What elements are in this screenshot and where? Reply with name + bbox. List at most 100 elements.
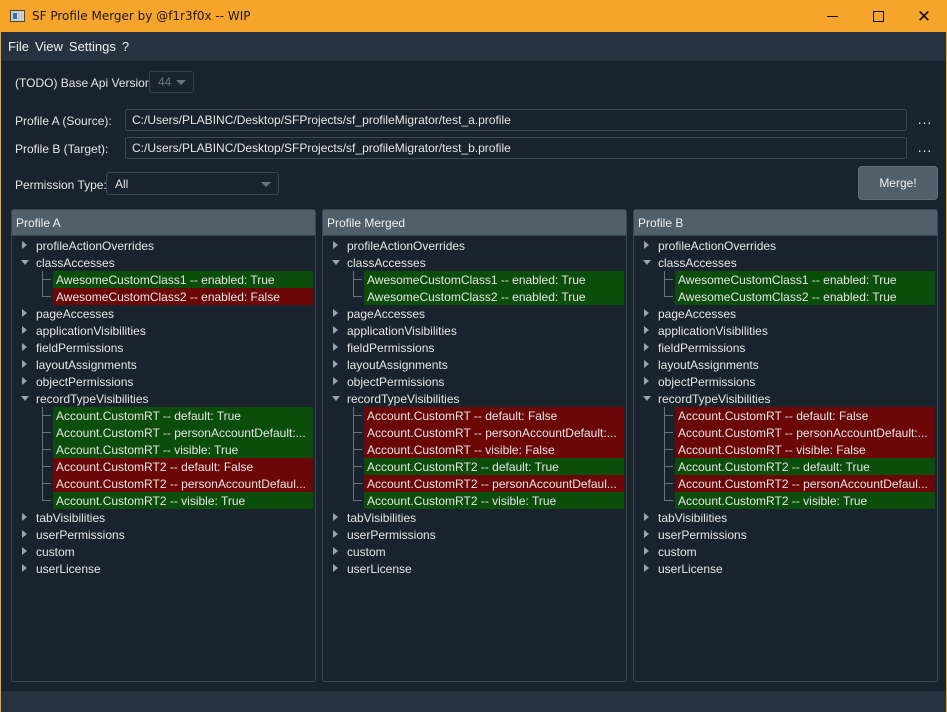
tree-item[interactable]: profileActionOverrides xyxy=(323,237,626,254)
tree-child-item[interactable]: Account.CustomRT -- visible: False xyxy=(323,441,626,458)
collapse-arrow-icon[interactable] xyxy=(644,564,649,572)
tree-child-item[interactable]: Account.CustomRT2 -- visible: True xyxy=(323,492,626,509)
tree-child-item[interactable]: AwesomeCustomClass2 -- enabled: True xyxy=(634,288,937,305)
tree-child-item[interactable]: AwesomeCustomClass2 -- enabled: True xyxy=(323,288,626,305)
collapse-arrow-icon[interactable] xyxy=(22,241,27,249)
tree-item[interactable]: pageAccesses xyxy=(634,305,937,322)
collapse-arrow-icon[interactable] xyxy=(22,343,27,351)
tree-item[interactable]: userLicense xyxy=(323,560,626,577)
tree-item[interactable]: custom xyxy=(12,543,315,560)
collapse-arrow-icon[interactable] xyxy=(644,360,649,368)
tree-child-item[interactable]: AwesomeCustomClass1 -- enabled: True xyxy=(634,271,937,288)
collapse-arrow-icon[interactable] xyxy=(22,513,27,521)
expand-arrow-icon[interactable] xyxy=(643,396,651,401)
close-button[interactable]: ✕ xyxy=(901,1,947,32)
collapse-arrow-icon[interactable] xyxy=(22,360,27,368)
collapse-arrow-icon[interactable] xyxy=(22,309,27,317)
tree-child-item[interactable]: Account.CustomRT2 -- personAccountDefaul… xyxy=(323,475,626,492)
collapse-arrow-icon[interactable] xyxy=(644,547,649,555)
tree-item[interactable]: fieldPermissions xyxy=(12,339,315,356)
tree-child-item[interactable]: Account.CustomRT -- default: False xyxy=(323,407,626,424)
expand-arrow-icon[interactable] xyxy=(332,396,340,401)
menu-view[interactable]: View xyxy=(35,39,63,54)
expand-arrow-icon[interactable] xyxy=(332,260,340,265)
tree-item[interactable]: userPermissions xyxy=(12,526,315,543)
profile-b-browse-button[interactable]: ... xyxy=(916,141,934,159)
expand-arrow-icon[interactable] xyxy=(21,260,29,265)
tree-item[interactable]: layoutAssignments xyxy=(12,356,315,373)
tree-child-item[interactable]: Account.CustomRT2 -- visible: True xyxy=(634,492,937,509)
profile-b-header[interactable]: Profile B xyxy=(634,210,937,236)
tree-item[interactable]: tabVisibilities xyxy=(634,509,937,526)
tree-child-item[interactable]: Account.CustomRT -- visible: False xyxy=(634,441,937,458)
profile-merged-header[interactable]: Profile Merged xyxy=(323,210,626,236)
tree-child-item[interactable]: Account.CustomRT2 -- default: False xyxy=(12,458,315,475)
collapse-arrow-icon[interactable] xyxy=(22,326,27,334)
tree-item[interactable]: recordTypeVisibilities xyxy=(12,390,315,407)
tree-child-item[interactable]: Account.CustomRT -- personAccountDefault… xyxy=(12,424,315,441)
tree-child-item[interactable]: Account.CustomRT -- default: True xyxy=(12,407,315,424)
tree-item[interactable]: tabVisibilities xyxy=(12,509,315,526)
collapse-arrow-icon[interactable] xyxy=(333,343,338,351)
collapse-arrow-icon[interactable] xyxy=(644,530,649,538)
collapse-arrow-icon[interactable] xyxy=(333,564,338,572)
collapse-arrow-icon[interactable] xyxy=(333,360,338,368)
menu-file[interactable]: File xyxy=(8,39,29,54)
profile-b-path-input[interactable]: C:/Users/PLABINC/Desktop/SFProjects/sf_p… xyxy=(125,137,907,159)
tree-item[interactable]: userPermissions xyxy=(323,526,626,543)
tree-child-item[interactable]: Account.CustomRT2 -- personAccountDefaul… xyxy=(12,475,315,492)
tree-item[interactable]: classAccesses xyxy=(634,254,937,271)
tree-item[interactable]: classAccesses xyxy=(323,254,626,271)
tree-item[interactable]: fieldPermissions xyxy=(323,339,626,356)
tree-item[interactable]: recordTypeVisibilities xyxy=(323,390,626,407)
tree-child-item[interactable]: AwesomeCustomClass2 -- enabled: False xyxy=(12,288,315,305)
collapse-arrow-icon[interactable] xyxy=(644,377,649,385)
tree-item[interactable]: profileActionOverrides xyxy=(634,237,937,254)
tree-item[interactable]: objectPermissions xyxy=(12,373,315,390)
tree-child-item[interactable]: Account.CustomRT -- personAccountDefault… xyxy=(323,424,626,441)
tree-item[interactable]: custom xyxy=(323,543,626,560)
tree-item[interactable]: objectPermissions xyxy=(323,373,626,390)
tree-child-item[interactable]: Account.CustomRT -- personAccountDefault… xyxy=(634,424,937,441)
collapse-arrow-icon[interactable] xyxy=(644,309,649,317)
tree-child-item[interactable]: Account.CustomRT2 -- default: True xyxy=(323,458,626,475)
minimize-button[interactable] xyxy=(809,1,855,32)
tree-item[interactable]: userLicense xyxy=(634,560,937,577)
expand-arrow-icon[interactable] xyxy=(21,396,29,401)
collapse-arrow-icon[interactable] xyxy=(644,326,649,334)
maximize-button[interactable] xyxy=(855,1,901,32)
collapse-arrow-icon[interactable] xyxy=(644,241,649,249)
tree-child-item[interactable]: Account.CustomRT2 -- visible: True xyxy=(12,492,315,509)
collapse-arrow-icon[interactable] xyxy=(22,530,27,538)
tree-item[interactable]: classAccesses xyxy=(12,254,315,271)
tree-child-item[interactable]: Account.CustomRT2 -- personAccountDefaul… xyxy=(634,475,937,492)
tree-item[interactable]: applicationVisibilities xyxy=(323,322,626,339)
collapse-arrow-icon[interactable] xyxy=(22,564,27,572)
collapse-arrow-icon[interactable] xyxy=(644,513,649,521)
collapse-arrow-icon[interactable] xyxy=(333,326,338,334)
menu-settings[interactable]: Settings xyxy=(69,39,116,54)
tree-item[interactable]: recordTypeVisibilities xyxy=(634,390,937,407)
tree-child-item[interactable]: Account.CustomRT2 -- default: True xyxy=(634,458,937,475)
tree-item[interactable]: pageAccesses xyxy=(12,305,315,322)
tree-item[interactable]: pageAccesses xyxy=(323,305,626,322)
tree-item[interactable]: applicationVisibilities xyxy=(634,322,937,339)
tree-item[interactable]: fieldPermissions xyxy=(634,339,937,356)
permission-type-select[interactable]: All xyxy=(106,172,279,195)
tree-item[interactable]: tabVisibilities xyxy=(323,509,626,526)
collapse-arrow-icon[interactable] xyxy=(333,309,338,317)
tree-item[interactable]: profileActionOverrides xyxy=(12,237,315,254)
collapse-arrow-icon[interactable] xyxy=(333,241,338,249)
profile-a-browse-button[interactable]: ... xyxy=(916,113,934,131)
expand-arrow-icon[interactable] xyxy=(643,260,651,265)
tree-child-item[interactable]: Account.CustomRT -- default: False xyxy=(634,407,937,424)
collapse-arrow-icon[interactable] xyxy=(333,513,338,521)
tree-child-item[interactable]: AwesomeCustomClass1 -- enabled: True xyxy=(323,271,626,288)
profile-a-path-input[interactable]: C:/Users/PLABINC/Desktop/SFProjects/sf_p… xyxy=(125,109,907,131)
merge-button[interactable]: Merge! xyxy=(858,166,938,200)
collapse-arrow-icon[interactable] xyxy=(22,377,27,385)
menu-help[interactable]: ? xyxy=(122,39,129,54)
tree-item[interactable]: userPermissions xyxy=(634,526,937,543)
tree-item[interactable]: layoutAssignments xyxy=(634,356,937,373)
profile-a-header[interactable]: Profile A xyxy=(12,210,315,236)
